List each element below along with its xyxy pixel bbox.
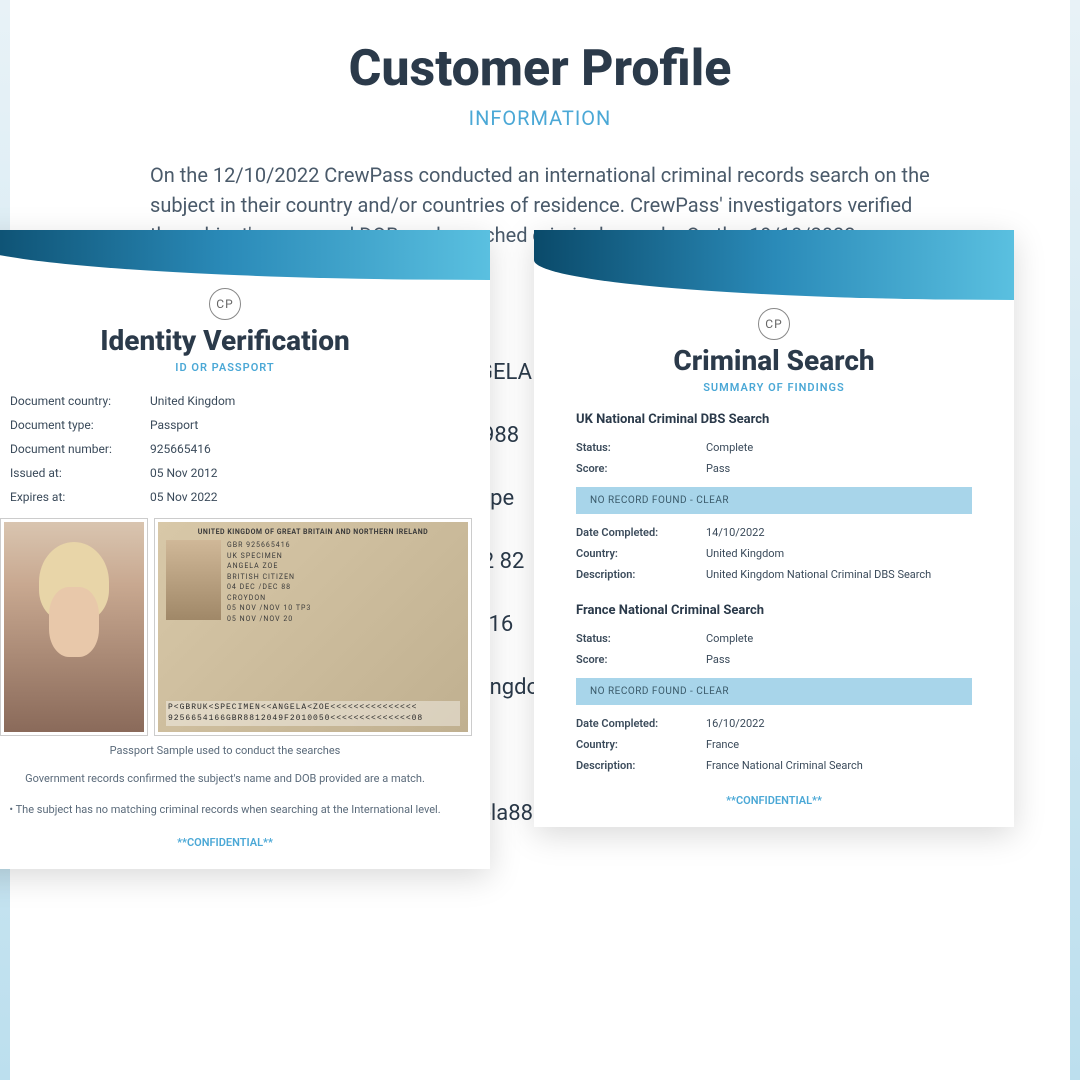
fr-date-label: Date Completed: [576, 717, 706, 730]
identity-note-2: • The subject has no matching criminal r… [0, 802, 450, 819]
identity-title: Identity Verification [0, 324, 490, 357]
identity-verification-card: CP Identity Verification ID OR PASSPORT … [0, 230, 490, 869]
pp-line4: 04 DEC /DEC 88 [227, 582, 311, 593]
passport-photo [166, 540, 221, 620]
uk-desc-value: United Kingdom National Criminal DBS Sea… [706, 568, 972, 581]
criminal-section-france: France National Criminal Search Status:C… [576, 603, 972, 776]
cp-badge-icon: CP [758, 308, 790, 340]
card-wave-decor [534, 230, 1014, 300]
fr-desc-value: France National Criminal Search [706, 759, 972, 772]
uk-heading: UK National Criminal DBS Search [576, 412, 972, 427]
subject-photo-frame [0, 518, 148, 736]
page-subtitle: INFORMATION [60, 106, 1020, 130]
cp-badge-icon: CP [209, 288, 241, 320]
card-wave-decor [0, 230, 490, 280]
criminal-confidential: **CONFIDENTIAL** [534, 794, 1014, 807]
fr-score-label: Score: [576, 653, 706, 666]
id-value-country: United Kingdom [150, 394, 480, 408]
id-label-expires: Expires at: [10, 490, 150, 504]
uk-status-value: Complete [706, 441, 972, 454]
fr-desc-label: Description: [576, 759, 706, 772]
identity-fields: Document country: United Kingdom Documen… [10, 394, 480, 504]
identity-caption: Passport Sample used to conduct the sear… [0, 744, 490, 757]
passport-frame: UNITED KINGDOM OF GREAT BRITAIN AND NORT… [154, 518, 472, 736]
fr-country-value: France [706, 738, 972, 751]
id-value-type: Passport [150, 418, 480, 432]
criminal-title: Criminal Search [534, 344, 1014, 377]
fr-country-label: Country: [576, 738, 706, 751]
pp-line7: 05 NOV /NOV 20 [227, 614, 311, 625]
uk-score-label: Score: [576, 462, 706, 475]
passport-fields: GBR 925665416 UK SPECIMEN ANGELA ZOE BRI… [227, 540, 311, 624]
pp-line3: BRITISH CITIZEN [227, 572, 311, 583]
pp-line6: 05 NOV /NOV 10 TP3 [227, 603, 311, 614]
fr-banner: NO RECORD FOUND - CLEAR [576, 678, 972, 705]
id-label-type: Document type: [10, 418, 150, 432]
page-title: Customer Profile [60, 40, 1020, 98]
id-label-country: Document country: [10, 394, 150, 408]
criminal-search-card: CP Criminal Search SUMMARY OF FINDINGS U… [534, 230, 1014, 827]
pp-line1: UK SPECIMEN [227, 551, 311, 562]
uk-country-label: Country: [576, 547, 706, 560]
fr-date-value: 16/10/2022 [706, 717, 972, 730]
id-value-expires: 05 Nov 2022 [150, 490, 480, 504]
criminal-subtitle: SUMMARY OF FINDINGS [534, 381, 1014, 394]
identity-confidential: **CONFIDENTIAL** [0, 836, 490, 849]
fr-status-label: Status: [576, 632, 706, 645]
uk-banner: NO RECORD FOUND - CLEAR [576, 487, 972, 514]
id-label-issued: Issued at: [10, 466, 150, 480]
uk-desc-label: Description: [576, 568, 706, 581]
uk-status-label: Status: [576, 441, 706, 454]
pp-code: GBR 925665416 [227, 540, 311, 551]
passport-mrz: P<GBRUK<SPECIMEN<<ANGELA<ZOE<<<<<<<<<<<<… [166, 701, 460, 726]
uk-date-value: 14/10/2022 [706, 526, 972, 539]
identity-subtitle: ID OR PASSPORT [0, 361, 490, 374]
uk-date-label: Date Completed: [576, 526, 706, 539]
mrz-line1: P<GBRUK<SPECIMEN<<ANGELA<ZOE<<<<<<<<<<<<… [168, 703, 458, 713]
identity-images: UNITED KINGDOM OF GREAT BRITAIN AND NORT… [0, 518, 480, 736]
fr-score-value: Pass [706, 653, 972, 666]
uk-country-value: United Kingdom [706, 547, 972, 560]
subject-photo [4, 522, 144, 732]
id-label-number: Document number: [10, 442, 150, 456]
pp-line2: ANGELA ZOE [227, 561, 311, 572]
uk-score-value: Pass [706, 462, 972, 475]
id-value-number: 925665416 [150, 442, 480, 456]
identity-note-1: Government records confirmed the subject… [0, 771, 450, 788]
pp-line5: CROYDON [227, 593, 311, 604]
fr-status-value: Complete [706, 632, 972, 645]
mrz-line2: 9256654166GBR8812049F2010050<<<<<<<<<<<<… [168, 714, 458, 724]
criminal-section-uk: UK National Criminal DBS Search Status:C… [576, 412, 972, 585]
passport-image: UNITED KINGDOM OF GREAT BRITAIN AND NORT… [158, 522, 468, 732]
passport-header: UNITED KINGDOM OF GREAT BRITAIN AND NORT… [166, 528, 460, 536]
id-value-issued: 05 Nov 2012 [150, 466, 480, 480]
fr-heading: France National Criminal Search [576, 603, 972, 618]
